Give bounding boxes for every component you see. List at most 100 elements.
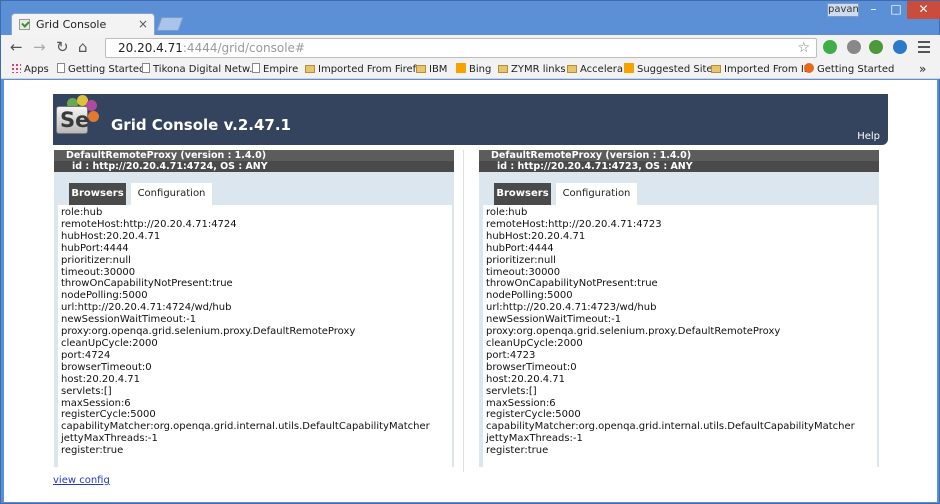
tab-configuration[interactable]: Configuration — [131, 183, 212, 205]
config-line: timeout:30000 — [61, 266, 136, 278]
config-line: remoteHost:http://20.20.4.71:4723 — [486, 218, 662, 230]
folder-icon — [416, 65, 426, 73]
browser-toolbar: ← → ↻ ⌂ 20.20.4.71:4444/grid/console# ☆ — [1, 35, 940, 61]
extension-3-icon[interactable] — [869, 40, 883, 54]
config-list: role:hub remoteHost:http://20.20.4.71:472… — [483, 205, 877, 467]
maximize-button[interactable]: □ — [885, 1, 907, 19]
config-line: browserTimeout:0 — [486, 361, 577, 373]
bookmark-item[interactable]: Accelera — [567, 63, 623, 77]
extension-2-icon[interactable] — [847, 40, 861, 54]
tab-browsers[interactable]: Browsers — [69, 183, 126, 205]
config-line: maxSession:6 — [61, 397, 131, 409]
folder-icon — [498, 65, 508, 73]
bookmark-item[interactable]: Imported From Firef... — [305, 63, 425, 77]
config-line: newSessionWaitTimeout:-1 — [486, 314, 622, 326]
apps-icon — [11, 63, 21, 73]
bookmark-item[interactable]: Empire — [252, 63, 298, 77]
config-line: register:true — [486, 445, 549, 457]
config-line: proxy:org.openqa.grid.selenium.proxy.Def… — [486, 326, 781, 338]
view-config-link[interactable]: view config — [53, 475, 110, 486]
back-button[interactable]: ← — [10, 39, 23, 55]
config-line: jettyMaxThreads:-1 — [61, 433, 158, 445]
config-line: registerCycle:5000 — [486, 409, 581, 421]
config-line: capabilityMatcher:org.openqa.grid.intern… — [486, 421, 855, 433]
bookmark-item[interactable]: ZYMR links — [498, 63, 566, 77]
bookmark-item[interactable]: Imported From IE — [711, 63, 810, 77]
bookmark-item[interactable]: Suggested Sites — [624, 63, 718, 77]
proxy-id: id : http://20.20.4.71:4724, OS : ANY — [54, 161, 454, 172]
extension-4-icon[interactable] — [893, 40, 907, 54]
page-icon — [142, 63, 150, 73]
bookmark-item[interactable]: Getting Started — [804, 63, 894, 77]
page-viewport: Se Grid Console v.2.47.1 Help DefaultRem… — [4, 80, 937, 502]
tab-browsers[interactable]: Browsers — [494, 183, 551, 205]
tab-title: Grid Console — [36, 18, 107, 31]
bookmark-item[interactable]: Apps — [11, 63, 49, 77]
bing-icon — [456, 63, 466, 73]
config-line: port:4723 — [486, 349, 536, 361]
proxy-body: Browsers Configuration role:hub remoteHos… — [54, 172, 454, 467]
tab-configuration[interactable]: Configuration — [556, 183, 637, 205]
firefox-icon — [804, 63, 814, 73]
config-line: timeout:30000 — [486, 266, 561, 278]
bookmarks-bar: Apps Getting Started Tikona Digital Netw… — [1, 61, 940, 79]
proxy-title: DefaultRemoteProxy (version : 1.4.0) — [54, 150, 454, 161]
config-line: hubPort:4444 — [486, 242, 554, 254]
url-host: 20.20.4.71 — [118, 41, 183, 55]
config-line: throwOnCapabilityNotPresent:true — [486, 278, 658, 290]
selenium-logo: Se — [53, 94, 99, 138]
bookmark-item[interactable]: Bing — [456, 63, 491, 77]
proxy-panel: DefaultRemoteProxy (version : 1.4.0) id … — [479, 150, 879, 472]
address-bar[interactable]: 20.20.4.71:4444/grid/console# ☆ — [105, 38, 817, 58]
panel-divider — [463, 150, 464, 472]
extension-1-icon[interactable] — [823, 40, 837, 54]
config-line: url:http://20.20.4.71:4723/wd/hub — [486, 302, 657, 314]
config-line: throwOnCapabilityNotPresent:true — [61, 278, 233, 290]
help-link[interactable]: Help — [857, 131, 880, 142]
config-line: registerCycle:5000 — [61, 409, 156, 421]
browser-tab[interactable]: Grid Console × — [11, 13, 155, 35]
reload-button[interactable]: ↻ — [56, 39, 69, 55]
config-line: url:http://20.20.4.71:4724/wd/hub — [61, 302, 232, 314]
config-line: nodePolling:5000 — [61, 290, 148, 302]
config-list: role:hub remoteHost:http://20.20.4.71:472… — [58, 205, 452, 467]
folder-icon — [711, 65, 721, 73]
config-line: cleanUpCycle:2000 — [61, 337, 158, 349]
folder-icon — [305, 65, 315, 73]
chrome-menu-icon[interactable] — [918, 41, 930, 56]
more-bookmarks-button[interactable]: » — [919, 62, 926, 76]
config-line: host:20.20.4.71 — [61, 373, 141, 385]
grid-header: Se Grid Console v.2.47.1 Help — [53, 94, 888, 145]
page-icon — [252, 63, 260, 73]
config-line: prioritizer:null — [61, 254, 131, 266]
config-line: prioritizer:null — [486, 254, 556, 266]
bookmark-item[interactable]: Tikona Digital Netw... — [142, 63, 259, 77]
close-window-button[interactable]: ✕ — [907, 1, 940, 19]
proxy-id: id : http://20.20.4.71:4723, OS : ANY — [479, 161, 879, 172]
config-line: register:true — [61, 445, 124, 457]
config-line: servlets:[] — [61, 385, 112, 397]
bookmark-item[interactable]: Getting Started — [57, 63, 145, 77]
config-line: role:hub — [486, 207, 528, 218]
config-line: maxSession:6 — [486, 397, 556, 409]
proxy-title: DefaultRemoteProxy (version : 1.4.0) — [479, 150, 879, 161]
tab-close-icon[interactable]: × — [138, 17, 148, 31]
config-line: nodePolling:5000 — [486, 290, 573, 302]
config-line: hubHost:20.20.4.71 — [486, 230, 586, 242]
home-button[interactable]: ⌂ — [78, 39, 88, 55]
config-line: hubPort:4444 — [61, 242, 129, 254]
new-tab-button[interactable] — [156, 17, 184, 31]
proxy-panel: DefaultRemoteProxy (version : 1.4.0) id … — [54, 150, 454, 472]
config-line: role:hub — [61, 207, 103, 218]
bing-icon — [624, 63, 634, 73]
bookmark-item[interactable]: IBM — [416, 63, 447, 77]
forward-button[interactable]: → — [33, 39, 46, 55]
url-path: :4444/grid/console# — [182, 41, 305, 55]
bookmark-star-icon[interactable]: ☆ — [797, 39, 810, 57]
grid-favicon-icon — [19, 19, 30, 30]
config-line: jettyMaxThreads:-1 — [486, 433, 583, 445]
minimize-button[interactable]: – — [862, 1, 885, 19]
user-profile-button[interactable]: pavan — [827, 3, 859, 17]
page-title: Grid Console v.2.47.1 — [111, 116, 291, 134]
config-line: remoteHost:http://20.20.4.71:4724 — [61, 218, 237, 230]
